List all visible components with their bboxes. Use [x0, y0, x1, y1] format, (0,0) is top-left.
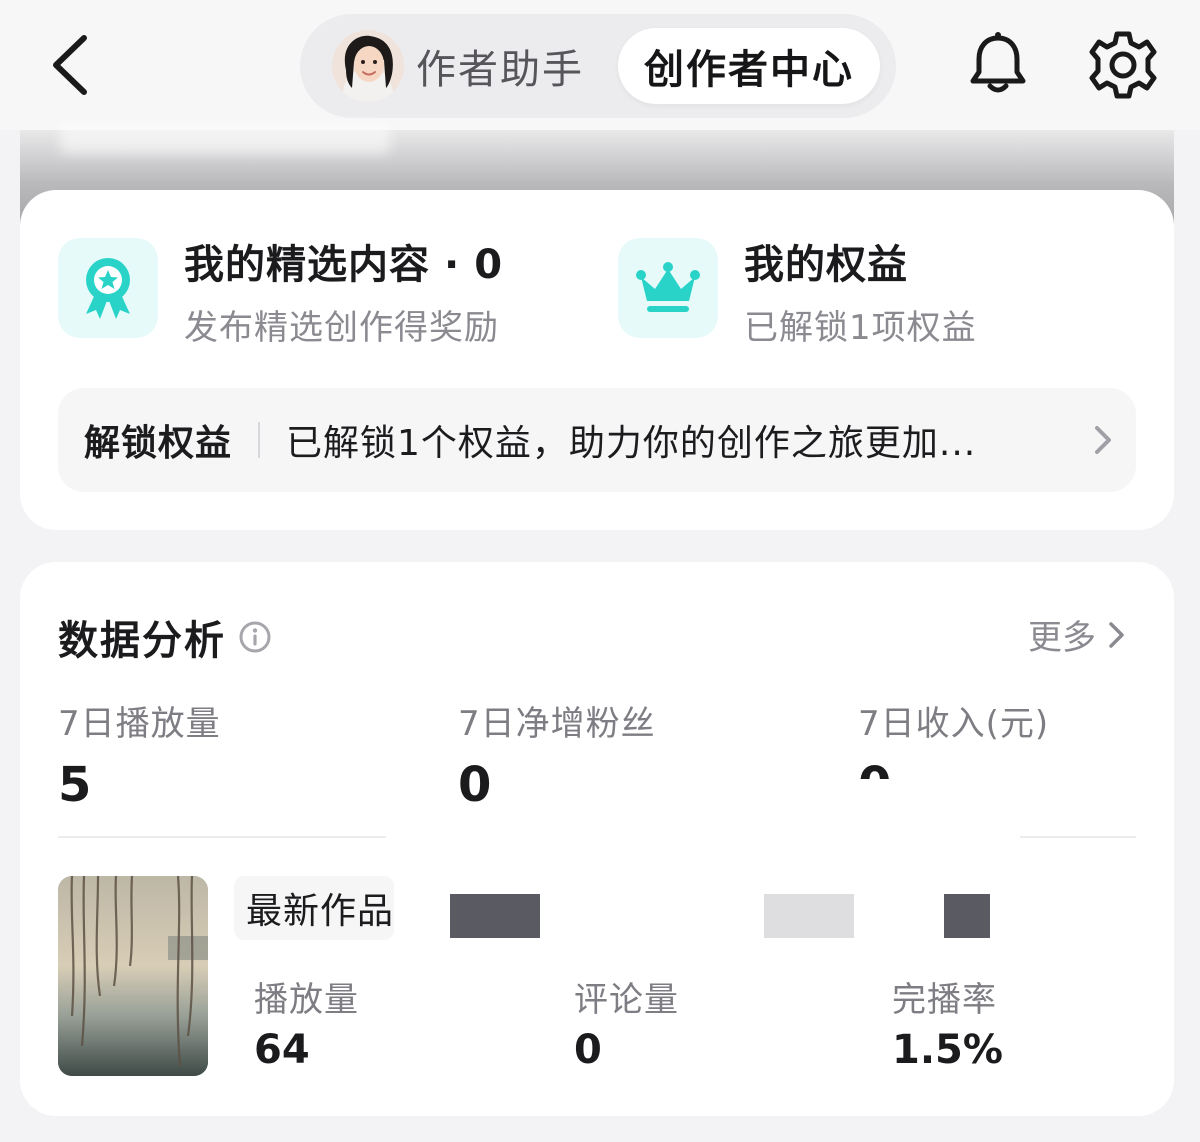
- assistant-avatar: [332, 30, 404, 102]
- latest-work-thumbnail: [58, 876, 208, 1076]
- stat-value: 5: [58, 757, 92, 813]
- benefits-card: 我的精选内容 · 0 发布精选创作得奖励 我的权益 已解锁1项权益 解锁权益 已解锁…: [20, 190, 1174, 530]
- info-icon[interactable]: [238, 620, 272, 654]
- my-rights-entry[interactable]: 我的权益 已解锁1项权益: [618, 238, 977, 348]
- featured-count: 0: [474, 241, 504, 288]
- more-label: 更多: [1028, 618, 1096, 658]
- unlock-rights-label: 解锁权益: [84, 423, 233, 464]
- redaction-block: [450, 894, 540, 938]
- rights-icon-wrapper: [618, 238, 718, 338]
- chevron-right-icon: [1109, 621, 1124, 648]
- metric-label: 评论量: [574, 980, 679, 1020]
- back-button[interactable]: [40, 32, 100, 98]
- stat-7d-income[interactable]: 7日收入(元) 0: [858, 696, 1049, 779]
- stat-label: 7日收入(元): [858, 704, 1050, 744]
- latest-work-row[interactable]: 最新作品 播放量 64 评论量 0 完播率 1.5%: [58, 876, 1138, 1080]
- top-nav-bar: 作者助手 创作者中心: [0, 0, 1200, 130]
- redaction-block: [764, 894, 854, 938]
- unlock-rights-bar[interactable]: 解锁权益 已解锁1个权益，助力你的创作之旅更加...: [58, 388, 1136, 492]
- bell-icon: [970, 32, 1026, 93]
- metric-comments: 评论量 0: [574, 972, 679, 1073]
- stat-7d-net-followers[interactable]: 7日净增粉丝 0: [458, 696, 656, 813]
- metric-value: 1.5%: [892, 1027, 1003, 1073]
- my-rights-subtitle: 已解锁1项权益: [744, 307, 977, 348]
- stat-value-obscured: 0: [858, 757, 1049, 779]
- tab-creator-center[interactable]: 创作者中心: [618, 28, 880, 104]
- metric-label: 播放量: [254, 980, 359, 1020]
- featured-separator: ·: [444, 241, 461, 288]
- featured-content-entry[interactable]: 我的精选内容 · 0 发布精选创作得奖励: [58, 238, 503, 348]
- analytics-header: 数据分析: [58, 608, 272, 666]
- stat-7d-plays[interactable]: 7日播放量 5: [58, 696, 221, 813]
- metric-value: 0: [574, 1027, 602, 1073]
- featured-icon-wrapper: [58, 238, 158, 338]
- featured-content-title: 我的精选内容 · 0: [184, 232, 503, 290]
- metric-plays: 播放量 64: [254, 972, 359, 1073]
- metric-label: 完播率: [892, 980, 997, 1020]
- banner-blurred-text: [60, 124, 390, 154]
- latest-work-label: 最新作品: [234, 876, 394, 940]
- gear-icon: [1089, 31, 1157, 99]
- analytics-title: 数据分析: [58, 618, 226, 664]
- chevron-right-icon: [1095, 426, 1111, 454]
- crown-icon: [636, 262, 700, 312]
- tab-author-assistant-label: 作者助手: [416, 47, 584, 93]
- divider: [58, 836, 386, 838]
- chevron-left-icon: [53, 35, 87, 95]
- more-button[interactable]: 更多: [1028, 610, 1128, 659]
- metric-completion-rate: 完播率 1.5%: [892, 972, 1003, 1073]
- settings-button[interactable]: [1086, 28, 1160, 102]
- featured-content-subtitle: 发布精选创作得奖励: [184, 307, 499, 348]
- metric-value: 64: [254, 1027, 310, 1073]
- notification-button[interactable]: [962, 28, 1034, 100]
- redaction-block: [944, 894, 990, 938]
- stat-label: 7日播放量: [58, 704, 221, 744]
- unlock-divider: [258, 422, 261, 458]
- unlock-rights-text: 已解锁1个权益，助力你的创作之旅更加...: [286, 423, 977, 464]
- stat-value: 0: [458, 757, 492, 813]
- featured-title-text: 我的精选内容: [184, 241, 430, 288]
- my-rights-title: 我的权益: [744, 241, 908, 288]
- award-ribbon-icon: [86, 258, 130, 319]
- tab-switcher: 作者助手 创作者中心: [300, 14, 896, 118]
- stat-label: 7日净增粉丝: [458, 704, 656, 744]
- tab-author-assistant[interactable]: 作者助手: [332, 28, 584, 104]
- divider: [1020, 836, 1136, 838]
- analytics-card: 数据分析 更多 7日播放量 5 7日净增粉丝 0 7日收入(元) 0: [20, 562, 1174, 1116]
